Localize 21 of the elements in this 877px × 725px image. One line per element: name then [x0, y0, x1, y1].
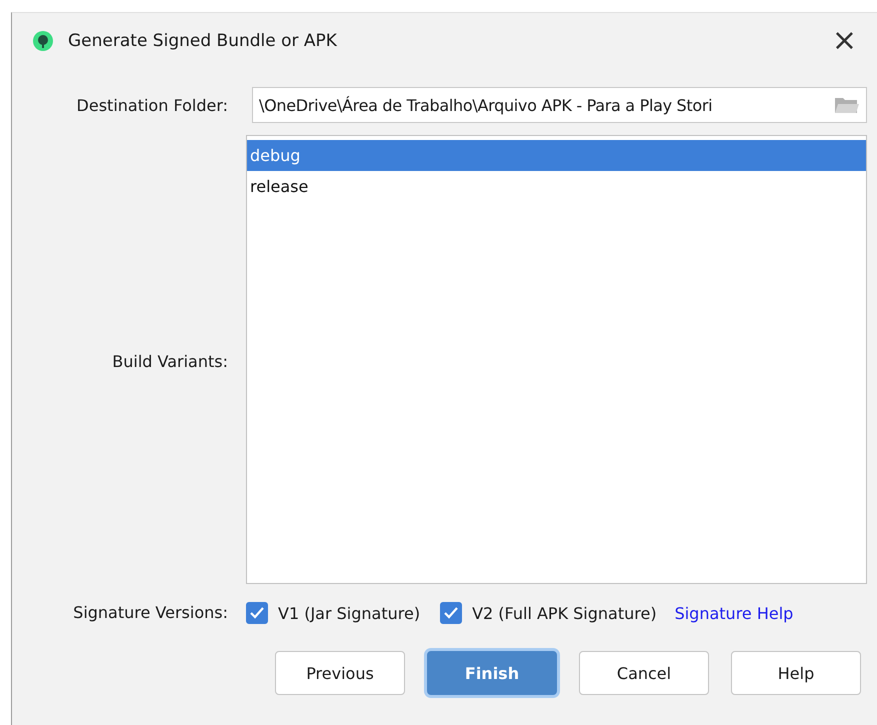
field-label: Build Variants: [111, 352, 228, 371]
checkbox[interactable] [246, 602, 268, 624]
field-label: Destination Folder: [76, 96, 228, 114]
destination-field[interactable]: \OneDrive\Área de Trabalho\Arquivo APK - Para a Play Stori [252, 87, 867, 123]
list-item[interactable]: release [247, 171, 866, 202]
field-label: Signature Versions: [72, 602, 228, 622]
dialog-button[interactable]: Cancel [579, 651, 709, 695]
close-button[interactable]: × [828, 26, 861, 56]
checkbox-label: V1 (Jar Signature) [278, 604, 420, 622]
dialog-button[interactable]: Help [731, 651, 861, 695]
window-title: Generate Signed Bundle or APK [68, 31, 338, 51]
checkmark-icon [250, 607, 264, 619]
android-logo-icon [32, 30, 54, 52]
checkbox[interactable] [440, 602, 462, 624]
dialog-button[interactable]: Finish [427, 651, 557, 695]
checkbox-label: V2 (Full APK Signature) [472, 604, 657, 622]
help-link[interactable]: Signature Help [674, 604, 794, 622]
folder-icon[interactable] [834, 95, 860, 115]
checkmark-icon [444, 607, 458, 619]
dialog-button[interactable]: Previous [275, 651, 405, 695]
list-item[interactable]: debug [247, 140, 866, 171]
